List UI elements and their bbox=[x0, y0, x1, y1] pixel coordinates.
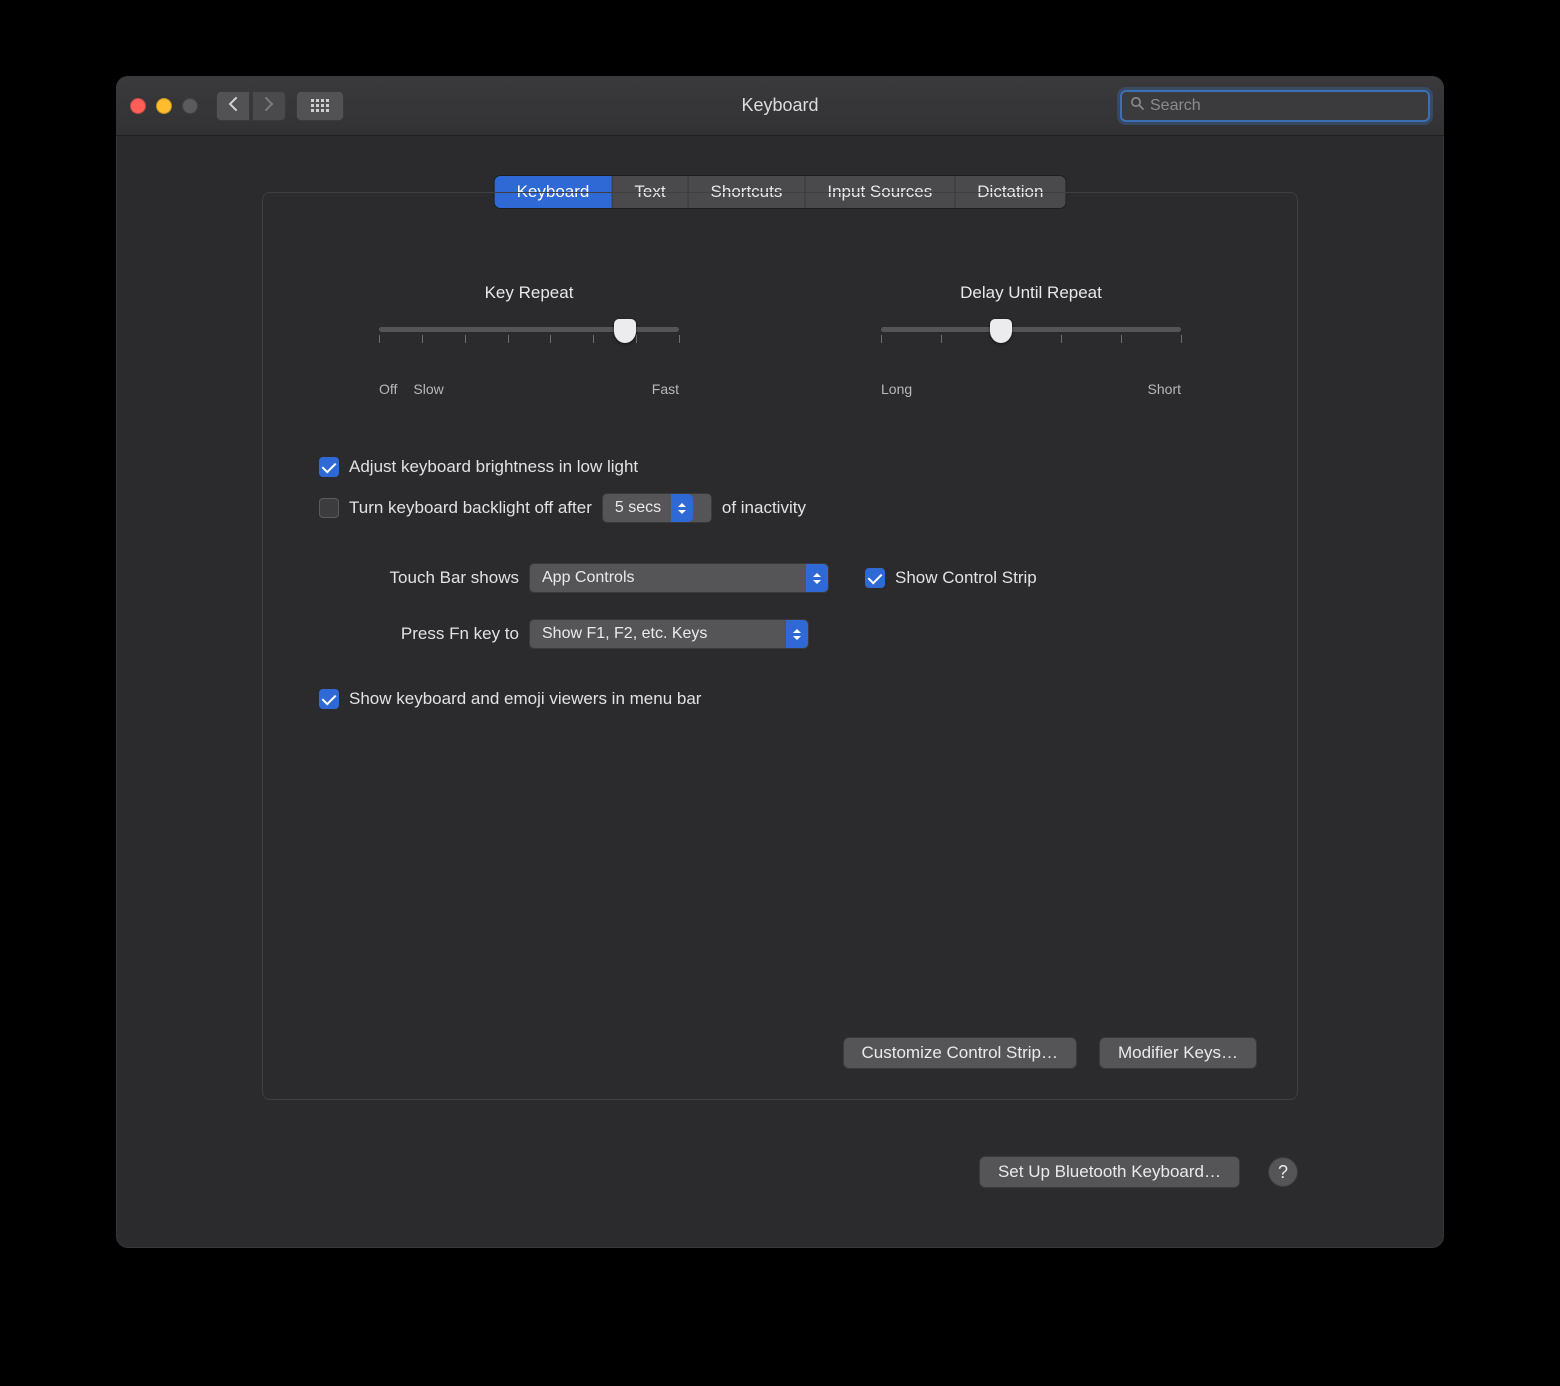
slider-label-long: Long bbox=[881, 381, 912, 397]
button-label: Set Up Bluetooth Keyboard… bbox=[998, 1162, 1221, 1182]
slider-track bbox=[881, 327, 1181, 332]
delay-block: Delay Until Repeat Long Short bbox=[881, 283, 1181, 397]
delay-labels: Long Short bbox=[881, 381, 1181, 397]
preferences-window: Keyboard Keyboard Text Shortcuts Input S… bbox=[116, 76, 1444, 1248]
grid-icon bbox=[311, 99, 329, 112]
help-button[interactable]: ? bbox=[1268, 1157, 1298, 1187]
sliders-row: Key Repeat Off Slow Fast Delay Until Rep… bbox=[379, 283, 1181, 397]
backlight-label-pre: Turn keyboard backlight off after bbox=[349, 498, 592, 518]
search-icon bbox=[1130, 96, 1144, 115]
backlight-checkbox[interactable] bbox=[319, 498, 339, 518]
slider-label-short: Short bbox=[1148, 381, 1181, 397]
chevron-right-icon bbox=[263, 95, 275, 116]
fn-select-value: Show F1, F2, etc. Keys bbox=[542, 625, 776, 643]
nav-group bbox=[216, 91, 286, 121]
row-touchbar: Touch Bar shows App Controls Show Contro… bbox=[319, 563, 1241, 593]
key-repeat-labels: Off Slow Fast bbox=[379, 381, 679, 397]
viewers-checkbox[interactable] bbox=[319, 689, 339, 709]
backlight-timeout-select[interactable]: 5 secs bbox=[602, 493, 712, 523]
fn-select[interactable]: Show F1, F2, etc. Keys bbox=[529, 619, 809, 649]
forward-button bbox=[252, 91, 286, 121]
brightness-label: Adjust keyboard brightness in low light bbox=[349, 457, 638, 477]
settings-panel: Key Repeat Off Slow Fast Delay Until Rep… bbox=[262, 192, 1298, 1100]
backlight-label-post: of inactivity bbox=[722, 498, 806, 518]
show-all-button[interactable] bbox=[296, 91, 344, 121]
panel-buttons: Customize Control Strip… Modifier Keys… bbox=[843, 1037, 1258, 1069]
close-button[interactable] bbox=[130, 98, 146, 114]
key-repeat-slider[interactable] bbox=[379, 321, 679, 357]
backlight-select-value: 5 secs bbox=[615, 499, 661, 517]
slider-label-fast: Fast bbox=[652, 381, 679, 397]
key-repeat-block: Key Repeat Off Slow Fast bbox=[379, 283, 679, 397]
control-strip-label: Show Control Strip bbox=[895, 568, 1037, 588]
viewers-label: Show keyboard and emoji viewers in menu … bbox=[349, 689, 701, 709]
back-button[interactable] bbox=[216, 91, 250, 121]
touchbar-select-value: App Controls bbox=[542, 569, 796, 587]
row-fn: Press Fn key to Show F1, F2, etc. Keys bbox=[319, 619, 1241, 649]
slider-label-slow: Slow bbox=[413, 381, 443, 397]
customize-control-strip-button[interactable]: Customize Control Strip… bbox=[843, 1037, 1078, 1069]
search-field[interactable] bbox=[1120, 90, 1430, 122]
titlebar: Keyboard bbox=[116, 76, 1444, 136]
bluetooth-keyboard-button[interactable]: Set Up Bluetooth Keyboard… bbox=[979, 1156, 1240, 1188]
fn-label: Press Fn key to bbox=[319, 624, 519, 644]
delay-title: Delay Until Repeat bbox=[881, 283, 1181, 303]
button-label: Modifier Keys… bbox=[1118, 1043, 1238, 1063]
select-arrows-icon bbox=[806, 564, 828, 592]
help-icon: ? bbox=[1278, 1162, 1288, 1183]
touchbar-label: Touch Bar shows bbox=[319, 568, 519, 588]
key-repeat-title: Key Repeat bbox=[379, 283, 679, 303]
delay-slider[interactable] bbox=[881, 321, 1181, 357]
control-strip-checkbox[interactable] bbox=[865, 568, 885, 588]
row-brightness: Adjust keyboard brightness in low light bbox=[319, 457, 1241, 477]
button-label: Customize Control Strip… bbox=[862, 1043, 1059, 1063]
minimize-button[interactable] bbox=[156, 98, 172, 114]
window-controls bbox=[130, 98, 198, 114]
chevron-left-icon bbox=[227, 95, 239, 116]
slider-label-off: Off bbox=[379, 381, 397, 397]
row-viewers: Show keyboard and emoji viewers in menu … bbox=[319, 689, 1241, 709]
select-arrows-icon bbox=[671, 494, 693, 522]
brightness-checkbox[interactable] bbox=[319, 457, 339, 477]
slider-thumb[interactable] bbox=[614, 319, 636, 343]
touchbar-select[interactable]: App Controls bbox=[529, 563, 829, 593]
modifier-keys-button[interactable]: Modifier Keys… bbox=[1099, 1037, 1257, 1069]
search-input[interactable] bbox=[1150, 97, 1420, 115]
footer: Set Up Bluetooth Keyboard… ? bbox=[979, 1156, 1298, 1188]
slider-thumb[interactable] bbox=[990, 319, 1012, 343]
row-backlight: Turn keyboard backlight off after 5 secs… bbox=[319, 493, 1241, 523]
zoom-button-disabled bbox=[182, 98, 198, 114]
select-arrows-icon bbox=[786, 620, 808, 648]
